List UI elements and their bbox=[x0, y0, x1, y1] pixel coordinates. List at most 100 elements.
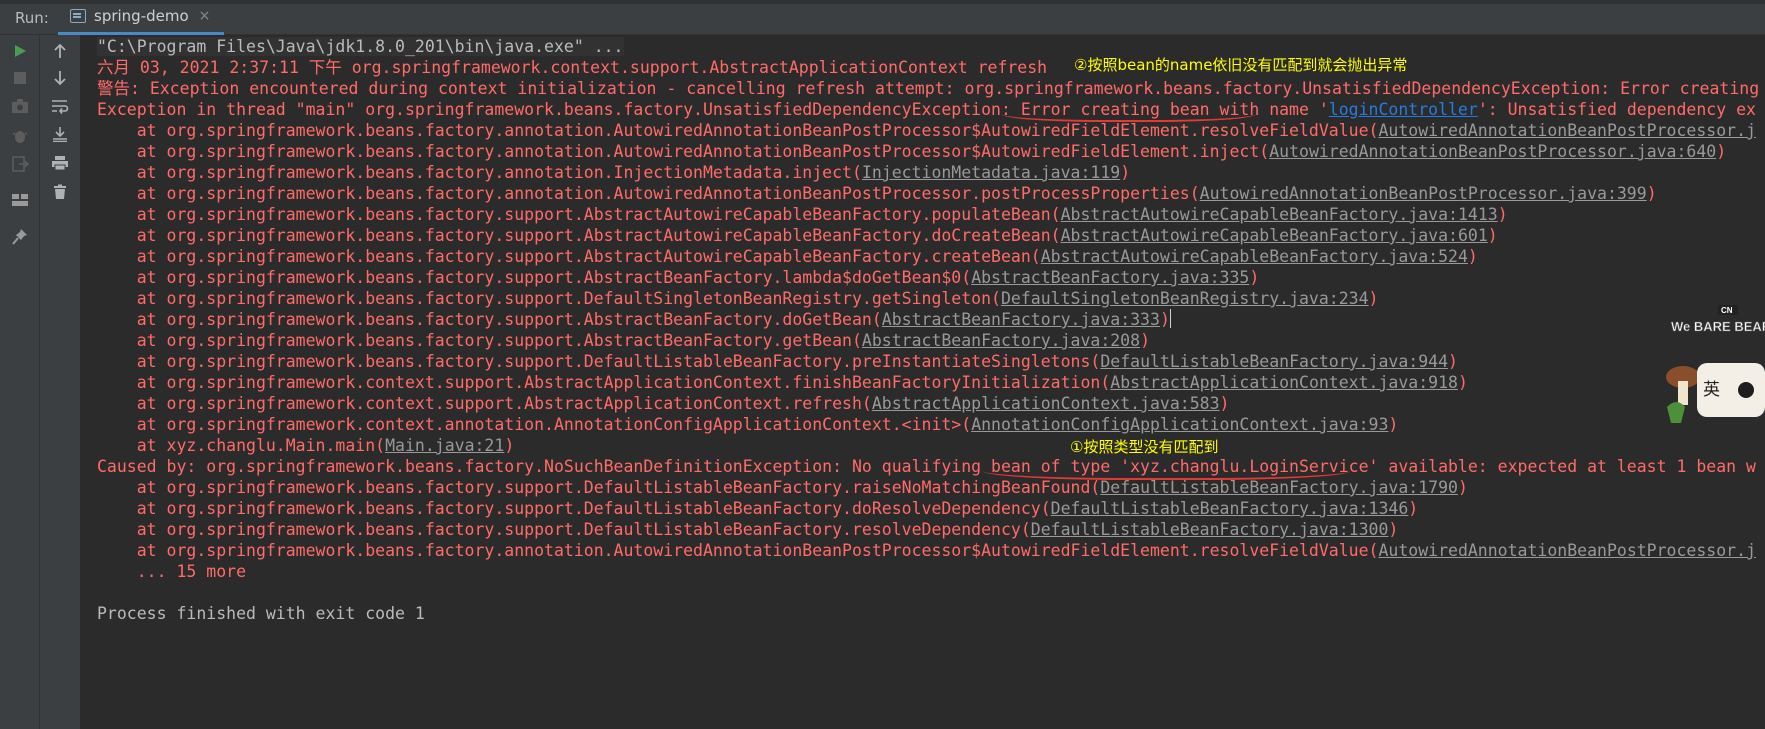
debug-icon[interactable] bbox=[6, 123, 34, 149]
exception-line: Exception in thread "main" org.springfra… bbox=[97, 98, 1756, 121]
annotation-note-2: ②按照bean的name依旧没有匹配到就会抛出异常 bbox=[1074, 56, 1408, 74]
stack-frame-text: at org.springframework.beans.factory.ann… bbox=[97, 184, 1200, 203]
stack-frame-end: ) bbox=[1249, 268, 1260, 287]
soft-wrap-icon[interactable] bbox=[46, 93, 74, 119]
source-link[interactable]: Main.java:21 bbox=[385, 436, 504, 455]
source-link[interactable]: DefaultListableBeanFactory.java:1346 bbox=[1051, 499, 1409, 518]
stack-frame-text: at org.springframework.context.annotatio… bbox=[97, 415, 972, 434]
stack-frame-end: ) bbox=[1716, 142, 1727, 161]
stack-frame-line: at org.springframework.beans.factory.ann… bbox=[97, 119, 1756, 142]
stack-frame-line: at org.springframework.beans.factory.ann… bbox=[97, 161, 1130, 184]
source-link[interactable]: AbstractAutowireCapableBeanFactory.java:… bbox=[1061, 205, 1498, 224]
source-link[interactable]: AbstractBeanFactory.java:333 bbox=[882, 310, 1160, 329]
print-icon[interactable] bbox=[46, 150, 74, 176]
stack-frame-end: ) bbox=[1467, 247, 1478, 266]
run-icon[interactable] bbox=[6, 38, 34, 64]
stack-frame-end: ) bbox=[1487, 226, 1498, 245]
stack-frame-line: at org.springframework.beans.factory.ann… bbox=[97, 539, 1756, 562]
stack-frame-line: at org.springframework.beans.factory.sup… bbox=[97, 308, 1172, 331]
close-icon[interactable]: × bbox=[199, 8, 211, 24]
scroll-end-icon[interactable] bbox=[46, 121, 74, 147]
console-icon bbox=[70, 9, 86, 23]
bean-link[interactable]: loginController bbox=[1329, 100, 1478, 119]
console-line: 警告: Exception encountered during context… bbox=[97, 79, 1760, 98]
stack-frame-line: at org.springframework.beans.factory.sup… bbox=[97, 350, 1458, 373]
exception-suffix: ': Unsatisfied dependency ex bbox=[1477, 100, 1756, 119]
stop-icon[interactable] bbox=[6, 65, 34, 91]
stack-frame-text: at xyz.changlu.Main.main( bbox=[97, 436, 386, 455]
stack-frame-end: ) bbox=[1646, 184, 1657, 203]
bear-sticker: CN We BARE BEARS 英 bbox=[1663, 305, 1765, 431]
source-link[interactable]: AutowiredAnnotationBeanPostProcessor.j bbox=[1378, 121, 1756, 140]
stack-frame-text: at org.springframework.beans.factory.sup… bbox=[97, 289, 1001, 308]
stack-frame-line: at org.springframework.beans.factory.sup… bbox=[97, 497, 1418, 520]
stack-frame-line: at org.springframework.context.support.A… bbox=[97, 392, 1230, 415]
stack-frame-text: at org.springframework.beans.factory.sup… bbox=[97, 226, 1061, 245]
stack-frame-line: at org.springframework.beans.factory.sup… bbox=[97, 329, 1150, 352]
more-frames-line: ... 15 more bbox=[97, 562, 247, 581]
annotation-note-1: ①按照类型没有匹配到 bbox=[1070, 438, 1219, 456]
network-logo: CN bbox=[1721, 306, 1733, 315]
stack-frame-end: ) bbox=[1457, 373, 1468, 392]
source-link[interactable]: AutowiredAnnotationBeanPostProcessor.j bbox=[1378, 541, 1756, 560]
run-toolwindow-header: Run: spring-demo × bbox=[0, 0, 1765, 35]
source-link[interactable]: DefaultListableBeanFactory.java:1300 bbox=[1031, 520, 1389, 539]
source-link[interactable]: AbstractApplicationContext.java:918 bbox=[1110, 373, 1458, 392]
stack-frame-line: at org.springframework.beans.factory.sup… bbox=[97, 476, 1468, 499]
exit-icon[interactable] bbox=[6, 151, 34, 177]
stack-frame-line: at xyz.changlu.Main.main(Main.java:21) bbox=[97, 434, 515, 457]
sticker-brand: We BARE BEARS bbox=[1671, 319, 1765, 334]
source-link[interactable]: AbstractBeanFactory.java:208 bbox=[862, 331, 1140, 350]
source-link[interactable]: AnnotationConfigApplicationContext.java:… bbox=[971, 415, 1388, 434]
stack-frame-text: at org.springframework.beans.factory.sup… bbox=[97, 520, 1031, 539]
stack-frame-line: at org.springframework.beans.factory.sup… bbox=[97, 245, 1478, 268]
stack-frame-line: at org.springframework.beans.factory.sup… bbox=[97, 203, 1508, 226]
stack-frame-end: ) bbox=[1159, 310, 1170, 329]
sticker-label: 英 bbox=[1703, 380, 1720, 400]
camera-icon[interactable] bbox=[6, 93, 34, 119]
source-link[interactable]: DefaultListableBeanFactory.java:1790 bbox=[1100, 478, 1458, 497]
stack-frame-end: ) bbox=[1388, 520, 1399, 539]
tab-spring-demo[interactable]: spring-demo × bbox=[58, 0, 224, 35]
stack-frame-line: at org.springframework.beans.factory.sup… bbox=[97, 518, 1399, 541]
source-link[interactable]: AutowiredAnnotationBeanPostProcessor.jav… bbox=[1200, 184, 1647, 203]
text-caret bbox=[1169, 309, 1172, 328]
console-line: "C:\Program Files\Java\jdk1.8.0_201\bin\… bbox=[97, 35, 624, 58]
source-link[interactable]: AbstractAutowireCapableBeanFactory.java:… bbox=[1041, 247, 1468, 266]
source-link[interactable]: DefaultListableBeanFactory.java:944 bbox=[1100, 352, 1448, 371]
stack-frame-end: ) bbox=[1457, 478, 1468, 497]
run-toolbar-primary bbox=[0, 35, 40, 729]
source-link[interactable]: InjectionMetadata.java:119 bbox=[862, 163, 1120, 182]
stack-frame-end: ) bbox=[1368, 289, 1379, 308]
stack-frame-end: ) bbox=[1219, 394, 1230, 413]
trash-icon[interactable] bbox=[46, 179, 74, 205]
stack-frame-text: at org.springframework.beans.factory.ann… bbox=[97, 121, 1379, 140]
stack-frame-line: at org.springframework.beans.factory.sup… bbox=[97, 224, 1498, 247]
source-link[interactable]: AbstractBeanFactory.java:335 bbox=[971, 268, 1249, 287]
console-output[interactable]: "C:\Program Files\Java\jdk1.8.0_201\bin\… bbox=[81, 35, 1765, 729]
stack-frame-line: at org.springframework.context.annotatio… bbox=[97, 413, 1399, 436]
stack-frame-text: at org.springframework.beans.factory.sup… bbox=[97, 247, 1041, 266]
run-toolbar-secondary bbox=[40, 35, 81, 729]
stack-frame-text: at org.springframework.beans.factory.sup… bbox=[97, 310, 882, 329]
stack-frame-line: at org.springframework.context.support.A… bbox=[97, 371, 1468, 394]
stack-frame-line: at org.springframework.beans.factory.ann… bbox=[97, 140, 1726, 163]
stack-frame-text: at org.springframework.beans.factory.sup… bbox=[97, 331, 862, 350]
pin-icon[interactable] bbox=[6, 224, 34, 250]
source-link[interactable]: AbstractAutowireCapableBeanFactory.java:… bbox=[1061, 226, 1488, 245]
header-top-strip bbox=[0, 0, 1765, 4]
stack-frame-text: at org.springframework.beans.factory.sup… bbox=[97, 499, 1051, 518]
layout-icon[interactable] bbox=[6, 187, 34, 213]
tab-label: spring-demo bbox=[94, 7, 189, 25]
stack-frame-end: ) bbox=[1408, 499, 1419, 518]
up-icon[interactable] bbox=[46, 38, 74, 64]
stack-frame-end: ) bbox=[1448, 352, 1458, 371]
source-link[interactable]: DefaultSingletonBeanRegistry.java:234 bbox=[1001, 289, 1369, 308]
stack-frame-text: at org.springframework.beans.factory.ann… bbox=[97, 142, 1270, 161]
stack-frame-text: at org.springframework.context.support.A… bbox=[97, 394, 872, 413]
down-icon[interactable] bbox=[46, 65, 74, 91]
stack-frame-end: ) bbox=[1497, 205, 1508, 224]
stack-frame-line: at org.springframework.beans.factory.sup… bbox=[97, 287, 1379, 310]
source-link[interactable]: AutowiredAnnotationBeanPostProcessor.jav… bbox=[1269, 142, 1716, 161]
source-link[interactable]: AbstractApplicationContext.java:583 bbox=[872, 394, 1220, 413]
